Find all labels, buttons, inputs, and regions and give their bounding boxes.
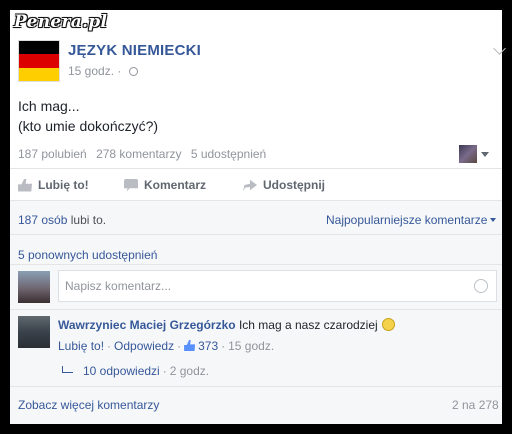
page-name-link[interactable]: JĘZYK NIEMIECKI [68,42,201,59]
like-button[interactable]: Lubię to! [18,178,89,192]
caret-down-icon [490,218,497,222]
flag-stripe-gold [19,67,59,81]
comments-pager-count: 2 na 278 [452,398,499,412]
divider [10,264,502,265]
post-body: Ich mag... (kto umie dokończyć?) [18,96,158,136]
comment-text: Ich mag a nasz czarodziej [238,318,378,332]
view-more-comments-link[interactable]: Zobacz więcej komentarzy [18,398,159,412]
comment-author-link[interactable]: Wawrzyniec Maciej Grzegórzko [58,318,236,332]
comment-button[interactable]: Komentarz [124,178,206,192]
page-avatar-german-flag[interactable] [18,40,60,82]
like-button-label: Lubię to! [38,178,89,192]
comment-sort-dropdown[interactable]: Najpopularniejsze komentarze [326,213,497,227]
view-replies-link[interactable]: 10 odpowiedzi · 2 godz. [62,364,209,378]
comment-composer [58,270,497,302]
divider [10,234,502,235]
flag-stripe-red [19,54,59,68]
actor-avatar[interactable] [459,145,477,163]
comment-like-count: 373 [198,339,219,353]
comment-reply-link[interactable]: Odpowiedz [114,339,174,353]
replies-label: 10 odpowiedzi [83,364,160,378]
watermark: Penera.pl [14,12,108,32]
post-text-line: Ich mag... [18,98,80,114]
likes-suffix: lubi to. [70,213,107,227]
comment-timestamp[interactable]: 15 godz. [228,339,274,353]
post-text-line: (kto umie dokończyć?) [18,118,159,134]
user-avatar [18,271,50,303]
commenter-avatar[interactable] [18,316,50,348]
caret-down-icon[interactable] [481,152,489,157]
comment-like-link[interactable]: Lubię to! [58,339,104,353]
comments-count-link[interactable]: 278 komentarzy [96,147,181,161]
shares-count-link[interactable]: 5 udostępnień [191,147,266,161]
comment-bubble-icon [124,178,138,192]
thumbs-up-icon [18,178,32,192]
smiley-emoji-icon [381,318,395,331]
post-stats: 187 polubień 278 komentarzy 5 udostępnie… [18,147,272,161]
comment: Wawrzyniec Maciej Grzegórzko Ich mag a n… [58,318,395,332]
comment-actions: Lubię to! · Odpowiedz · 373 · 15 godz. [58,339,275,353]
reply-arrow-icon [62,366,73,373]
replies-timestamp: 2 godz. [169,364,210,378]
comment-input[interactable] [59,271,451,301]
divider [10,200,502,201]
post-meta: 15 godz. · [68,64,138,78]
share-button[interactable]: Udostępnij [243,178,325,192]
post-timestamp[interactable]: 15 godz. [68,64,114,78]
share-button-label: Udostępnij [263,178,325,192]
comment-button-label: Komentarz [144,178,207,192]
divider [10,386,502,387]
thumbs-up-icon [184,340,196,351]
likes-summary: 187 osób lubi to. [18,213,106,227]
flag-stripe-black [19,41,59,55]
globe-icon [128,67,138,76]
divider [10,309,502,310]
reshares-link[interactable]: 5 ponownych udostępnień [18,248,157,262]
post-header: JĘZYK NIEMIECKI 15 godz. · [18,40,488,84]
likes-count-link[interactable]: 187 polubień [18,147,87,161]
emoji-icon[interactable] [474,279,488,293]
likes-people-link[interactable]: 187 osób [18,213,67,227]
share-arrow-icon [243,179,257,192]
comment-likes[interactable]: 373 [184,339,218,353]
divider [10,168,502,169]
comment-sort-label: Najpopularniejsze komentarze [326,213,488,227]
